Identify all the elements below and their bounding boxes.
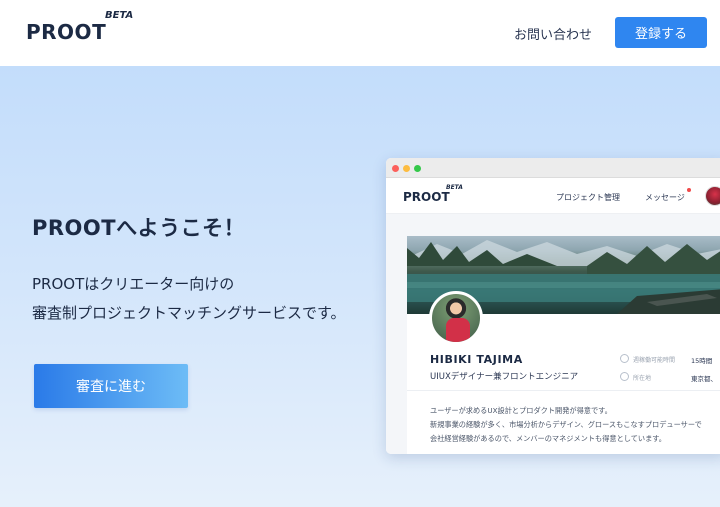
profile-avatar [429,291,483,345]
location-pin-icon [620,372,629,381]
register-button[interactable]: 登録する [615,17,707,48]
profile-role: UIUXデザイナー兼フロントエンジニア [430,372,579,382]
profile-bio-line: ユーザーが求めるUX設計とプロダクト開発が得意です。 [430,406,612,415]
available-hours-label: 週稼働可能時間 [633,357,676,364]
hero-section: PROOTへようこそ！ PROOTはクリエーター向けの 審査制プロジェクトマッチ… [0,66,720,507]
site-header: PROOT BETA お問い合わせ 登録する [0,0,720,66]
mockup-beta-badge: BETA [446,184,463,191]
minimize-dot-icon [403,165,410,172]
hero-description-line1: PROOTはクリエーター向けの [32,275,235,293]
maximize-dot-icon [414,165,421,172]
profile-divider [407,390,720,391]
profile-bio-line: 会社経営経験があるので、メンバーのマネジメントも得意としています。 [430,434,666,443]
contact-link[interactable]: お問い合わせ [514,24,592,43]
mockup-body: HIBIKI TAJIMA UIUXデザイナー兼フロントエンジニア 週稼働可能時… [386,214,720,454]
app-mockup-window: PROOT BETA プロジェクト管理 メッセージ HIBIKI TAJIMA … [386,158,720,454]
mockup-titlebar [386,158,720,178]
close-dot-icon [392,165,399,172]
beta-badge: BETA [105,10,134,21]
logo[interactable]: PROOT [26,20,106,44]
clock-icon [620,354,629,363]
available-hours-value: 15時間 [691,357,713,365]
profile-card: HIBIKI TAJIMA UIUXデザイナー兼フロントエンジニア 週稼働可能時… [407,236,720,454]
mockup-nav-message: メッセージ [645,193,685,202]
notification-dot-icon [687,188,691,192]
location-value: 東京都、 [691,375,717,383]
mockup-logo: PROOT [403,190,450,204]
location-label: 所在地 [633,375,652,382]
mockup-nav-project: プロジェクト管理 [556,193,620,202]
mockup-nav: PROOT BETA プロジェクト管理 メッセージ [386,178,720,214]
hero-title: PROOTへようこそ！ [32,216,246,240]
mockup-user-avatar [705,186,720,206]
profile-name: HIBIKI TAJIMA [430,353,523,366]
apply-review-button[interactable]: 審査に進む [34,364,188,408]
profile-bio-line: 新規事業の経験が多く、市場分析からデザイン、グロースもこなすプロデューサーで [430,420,702,429]
hero-description-line2: 審査制プロジェクトマッチングサービスです。 [32,304,346,322]
